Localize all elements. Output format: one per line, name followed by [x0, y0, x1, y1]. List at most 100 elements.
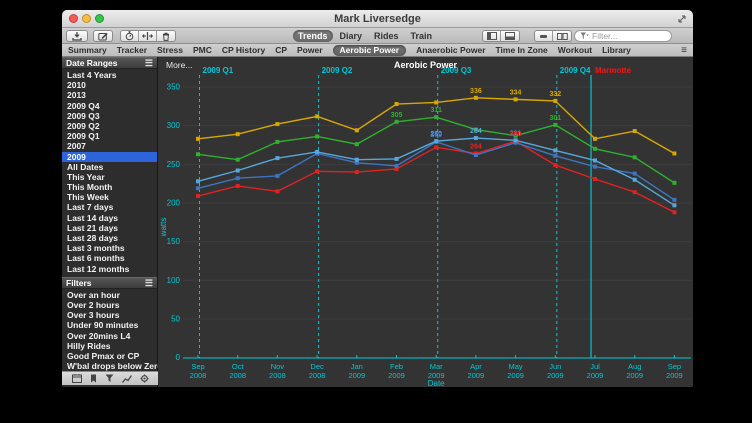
tab-anaerobic-power[interactable]: Anaerobic Power: [416, 45, 485, 56]
data-point-yellow-4[interactable]: [355, 128, 359, 132]
data-point-red-1[interactable]: [236, 184, 240, 188]
date-range-2009[interactable]: 2009: [62, 152, 157, 162]
view-tab-trends[interactable]: Trends: [293, 30, 333, 42]
data-point-red-11[interactable]: [633, 190, 637, 194]
date-range-last-6-months[interactable]: Last 6 months: [62, 253, 157, 263]
data-point-yellow-6[interactable]: [434, 100, 438, 104]
date-range-2013[interactable]: 2013: [62, 90, 157, 100]
data-point-red-2[interactable]: [275, 189, 279, 193]
date-ranges-header[interactable]: Date Ranges ☰: [62, 57, 157, 69]
toggle-bottombar-button[interactable]: [501, 31, 519, 41]
tab-stress[interactable]: Stress: [157, 45, 183, 56]
data-point-sky-blue-5[interactable]: [395, 157, 399, 161]
data-point-yellow-5[interactable]: [395, 102, 399, 106]
tab-summary[interactable]: Summary: [68, 45, 107, 56]
delete-activity-button[interactable]: [157, 31, 175, 41]
tab-pmc[interactable]: PMC: [193, 45, 212, 56]
calendar-icon[interactable]: [72, 374, 82, 383]
date-range-this-month[interactable]: This Month: [62, 182, 157, 192]
data-point-green-12[interactable]: [672, 181, 676, 185]
data-point-red-9[interactable]: [553, 163, 557, 167]
date-range-this-week[interactable]: This Week: [62, 192, 157, 202]
data-point-steel-blue-0[interactable]: [196, 186, 200, 190]
filter-hilly-rides[interactable]: Hilly Rides: [62, 341, 157, 351]
data-point-red-12[interactable]: [672, 210, 676, 214]
filter-over-an-hour[interactable]: Over an hour: [62, 290, 157, 300]
date-range-this-year[interactable]: This Year: [62, 172, 157, 182]
trend-chart-svg[interactable]: 050100150200250300350watts2009 Q12009 Q2…: [158, 57, 693, 387]
data-point-red-0[interactable]: [196, 194, 200, 198]
date-range-last-4-years[interactable]: Last 4 Years: [62, 70, 157, 80]
data-point-steel-blue-10[interactable]: [593, 165, 597, 169]
data-point-sky-blue-9[interactable]: [553, 148, 557, 152]
split-activity-button[interactable]: [139, 31, 157, 41]
gear-icon[interactable]: [140, 374, 149, 383]
date-range-last-28-days[interactable]: Last 28 days: [62, 233, 157, 243]
date-range-2009-q1[interactable]: 2009 Q1: [62, 131, 157, 141]
date-range-last-21-days[interactable]: Last 21 days: [62, 223, 157, 233]
date-range-last-7-days[interactable]: Last 7 days: [62, 202, 157, 212]
filter-over-20mins-l4[interactable]: Over 20mins L4: [62, 331, 157, 341]
date-range-2009-q2[interactable]: 2009 Q2: [62, 121, 157, 131]
data-point-sky-blue-3[interactable]: [315, 150, 319, 154]
tab-power[interactable]: Power: [297, 45, 323, 56]
data-point-yellow-12[interactable]: [672, 151, 676, 155]
filters-header[interactable]: Filters ☰: [62, 277, 157, 289]
data-point-red-3[interactable]: [315, 169, 319, 173]
view-tab-rides[interactable]: Rides: [369, 30, 404, 42]
bookmark-icon[interactable]: [90, 374, 97, 383]
data-point-steel-blue-5[interactable]: [395, 164, 399, 168]
filter-field[interactable]: Filter...: [574, 30, 672, 42]
filter-good-pmax-or-cp[interactable]: Good Pmax or CP: [62, 351, 157, 361]
data-point-yellow-0[interactable]: [196, 137, 200, 141]
data-point-steel-blue-9[interactable]: [553, 154, 557, 158]
view-tab-diary[interactable]: Diary: [335, 30, 368, 42]
date-range-last-3-months[interactable]: Last 3 months: [62, 243, 157, 253]
data-point-steel-blue-1[interactable]: [236, 176, 240, 180]
data-point-yellow-2[interactable]: [275, 122, 279, 126]
data-point-yellow-8[interactable]: [514, 97, 518, 101]
filter-under-90-minutes[interactable]: Under 90 minutes: [62, 320, 157, 330]
stopwatch-button[interactable]: [121, 31, 139, 41]
view-tab-train[interactable]: Train: [406, 30, 438, 42]
date-range-2009-q3[interactable]: 2009 Q3: [62, 111, 157, 121]
data-point-sky-blue-0[interactable]: [196, 179, 200, 183]
data-point-sky-blue-4[interactable]: [355, 158, 359, 162]
resize-diagonal-icon[interactable]: [677, 14, 687, 24]
data-point-steel-blue-7[interactable]: [474, 153, 478, 157]
tab-bar-menu-icon[interactable]: ≡: [681, 45, 687, 56]
data-point-yellow-11[interactable]: [633, 129, 637, 133]
tabbed-view-button[interactable]: [553, 31, 571, 41]
chart-icon[interactable]: [122, 374, 132, 383]
data-point-steel-blue-2[interactable]: [275, 174, 279, 178]
data-point-sky-blue-12[interactable]: [672, 203, 676, 207]
data-point-sky-blue-1[interactable]: [236, 168, 240, 172]
data-point-yellow-7[interactable]: [474, 96, 478, 100]
date-range-2010[interactable]: 2010: [62, 80, 157, 90]
tab-time-in-zone[interactable]: Time In Zone: [496, 45, 548, 56]
data-point-yellow-10[interactable]: [593, 137, 597, 141]
tab-aerobic-power[interactable]: Aerobic Power: [333, 45, 407, 56]
data-point-red-6[interactable]: [434, 145, 438, 149]
data-point-sky-blue-7[interactable]: [474, 136, 478, 140]
data-point-green-1[interactable]: [236, 158, 240, 162]
date-range-last-14-days[interactable]: Last 14 days: [62, 213, 157, 223]
data-point-green-10[interactable]: [593, 147, 597, 151]
filter-over-2-hours[interactable]: Over 2 hours: [62, 300, 157, 310]
data-point-sky-blue-10[interactable]: [593, 158, 597, 162]
tab-tracker[interactable]: Tracker: [117, 45, 147, 56]
tiled-view-button[interactable]: [535, 31, 553, 41]
data-point-green-6[interactable]: [434, 115, 438, 119]
data-point-green-0[interactable]: [196, 152, 200, 156]
data-point-green-11[interactable]: [633, 155, 637, 159]
data-point-green-2[interactable]: [275, 140, 279, 144]
data-point-sky-blue-6[interactable]: [434, 139, 438, 143]
data-point-yellow-3[interactable]: [315, 114, 319, 118]
tab-workout[interactable]: Workout: [558, 45, 592, 56]
tab-library[interactable]: Library: [602, 45, 631, 56]
tab-cp[interactable]: CP: [275, 45, 287, 56]
date-range-2009-q4[interactable]: 2009 Q4: [62, 101, 157, 111]
filter-over-3-hours[interactable]: Over 3 hours: [62, 310, 157, 320]
data-point-steel-blue-11[interactable]: [633, 172, 637, 176]
tab-cp-history[interactable]: CP History: [222, 45, 265, 56]
